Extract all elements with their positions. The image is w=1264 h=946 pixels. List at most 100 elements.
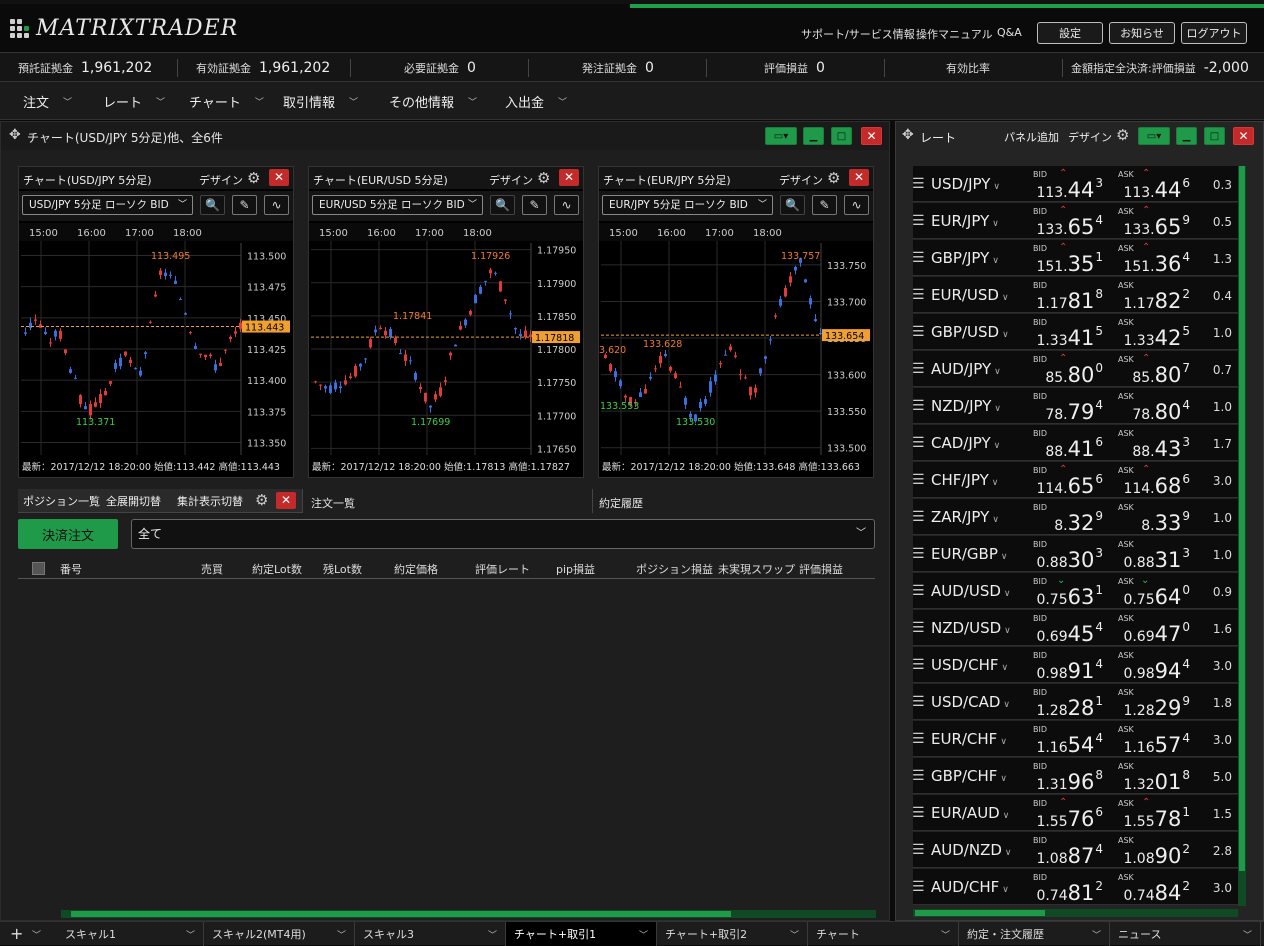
col-pip-pl[interactable]: pip損益: [556, 561, 595, 577]
rate-row[interactable]: ☰ USD/CAD ∨ BID ASK 1.28281 1.28299 1.8: [912, 684, 1238, 720]
indicator-icon[interactable]: ∿: [554, 195, 579, 215]
ask-price[interactable]: 85.807: [1132, 361, 1190, 387]
gear-icon[interactable]: ⚙: [255, 491, 268, 509]
close-icon[interactable]: ✕: [559, 169, 579, 186]
rate-row[interactable]: ☰ AUD/NZD ∨ BID ASK 1.08874 1.08902 2.8: [912, 832, 1238, 868]
ask-price[interactable]: 1.32018: [1123, 768, 1190, 794]
minimize-button[interactable]: ▁: [803, 127, 824, 145]
candlestick-chart[interactable]: 15:00 16:00 17:00 18:00 133.750 133.700 133.65…: [599, 223, 873, 459]
rate-row[interactable]: ☰ AUD/USD ∨ BID ASK ⌄ ⌄ 0.75631 0.75640 0.…: [912, 573, 1238, 609]
page-tab[interactable]: スキャル3 ﹀: [355, 922, 506, 946]
bid-price[interactable]: 0.74812: [1036, 879, 1103, 905]
currency-pair[interactable]: USD/CAD ∨: [931, 693, 1010, 711]
rate-row[interactable]: ☰ EUR/GBP ∨ BID ASK 0.88303 0.88313 1.0: [912, 536, 1238, 572]
close-order-button[interactable]: 決済注文: [18, 519, 118, 549]
currency-pair[interactable]: AUD/USD ∨: [931, 582, 1011, 600]
chevron-down-icon[interactable]: ﹀: [488, 928, 497, 941]
rate-row[interactable]: ☰ EUR/USD ∨ BID ASK 1.17818 1.17822 0.4: [912, 277, 1238, 313]
menu-deposit[interactable]: 入出金 ﹀: [505, 82, 567, 120]
drag-handle-icon[interactable]: ☰: [912, 361, 925, 377]
horizontal-scrollbar[interactable]: [913, 909, 1238, 917]
currency-pair[interactable]: EUR/USD ∨: [931, 286, 1009, 304]
page-tab[interactable]: スキャル2(MT4用) ﹀: [204, 922, 355, 946]
currency-pair[interactable]: EUR/AUD ∨: [931, 804, 1009, 822]
chart-design-link[interactable]: デザイン: [779, 172, 823, 188]
chevron-down-icon[interactable]: ﹀: [32, 928, 41, 941]
bid-price[interactable]: 85.800: [1045, 361, 1103, 387]
page-tab[interactable]: チャート+取引1 ﹀: [506, 922, 657, 946]
currency-pair[interactable]: EUR/JPY ∨: [931, 212, 999, 230]
close-icon[interactable]: ✕: [276, 492, 296, 509]
indicator-icon[interactable]: ∿: [844, 195, 869, 215]
bid-price[interactable]: 0.69454: [1036, 620, 1103, 646]
menu-chart[interactable]: チャート ﹀: [189, 82, 264, 120]
pencil-icon[interactable]: ✎: [522, 195, 547, 215]
currency-pair[interactable]: USD/CHF ∨: [931, 656, 1008, 674]
ask-price[interactable]: 0.74842: [1123, 879, 1190, 905]
currency-pair[interactable]: GBP/USD ∨: [931, 323, 1009, 341]
ask-price[interactable]: 0.75640: [1123, 583, 1190, 609]
col-exec-lots[interactable]: 約定Lot数: [252, 561, 302, 577]
bid-price[interactable]: 1.55766: [1036, 805, 1103, 831]
zoom-icon[interactable]: 🔍: [490, 195, 515, 215]
candlestick-chart[interactable]: 15:00 16:00 17:00 18:00113.500113.475113.45…: [19, 223, 293, 459]
drag-handle-icon[interactable]: ☰: [912, 657, 925, 673]
currency-pair[interactable]: EUR/CHF ∨: [931, 730, 1007, 748]
ask-price[interactable]: 113.446: [1123, 176, 1190, 202]
tab-order-list[interactable]: 注文一覧: [302, 489, 592, 513]
design-link[interactable]: デザイン: [1068, 129, 1112, 145]
drag-handle-icon[interactable]: ☰: [912, 768, 925, 784]
chevron-down-icon[interactable]: ﹀: [639, 928, 648, 941]
currency-pair[interactable]: EUR/GBP ∨: [931, 545, 1008, 563]
chevron-down-icon[interactable]: ﹀: [337, 928, 346, 941]
drag-handle-icon[interactable]: ☰: [912, 805, 925, 821]
chart-type-select[interactable]: USD/JPY 5分足 ローソク BID ﹀: [22, 195, 193, 215]
col-unrealized-swap[interactable]: 未実現スワップ: [718, 561, 795, 577]
zoom-icon[interactable]: 🔍: [780, 195, 805, 215]
bid-price[interactable]: 113.443: [1036, 176, 1103, 202]
bid-price[interactable]: 1.28281: [1036, 694, 1103, 720]
drag-handle-icon[interactable]: ☰: [912, 879, 925, 895]
ask-price[interactable]: 1.28299: [1123, 694, 1190, 720]
gear-icon[interactable]: ⚙: [1116, 126, 1129, 144]
move-icon[interactable]: ✥: [902, 127, 914, 143]
menu-rate[interactable]: レート ﹀: [103, 82, 165, 120]
rate-row[interactable]: ☰ ZAR/JPY ∨ BID ASK 8.329 8.339 1.0: [912, 499, 1238, 535]
currency-pair[interactable]: NZD/JPY ∨: [931, 397, 1001, 415]
menu-order[interactable]: 注文 ﹀: [23, 82, 72, 120]
layout-menu-button[interactable]: ▭▾: [1138, 127, 1170, 145]
drag-handle-icon[interactable]: ☰: [912, 731, 925, 747]
layout-menu-button[interactable]: ▭▾: [765, 127, 797, 145]
drag-handle-icon[interactable]: ☰: [912, 509, 925, 525]
scrollbar-thumb[interactable]: [1239, 166, 1245, 871]
drag-handle-icon[interactable]: ☰: [912, 546, 925, 562]
chevron-down-icon[interactable]: ﹀: [1243, 928, 1252, 941]
page-tab[interactable]: チャート+取引2 ﹀: [657, 922, 808, 946]
indicator-icon[interactable]: ∿: [264, 195, 289, 215]
ask-price[interactable]: 1.17822: [1123, 287, 1190, 313]
logout-button[interactable]: ログアウト: [1181, 22, 1247, 44]
currency-pair[interactable]: USD/JPY ∨: [931, 175, 1000, 193]
currency-pair[interactable]: AUD/CHF ∨: [931, 878, 1009, 896]
chevron-down-icon[interactable]: ﹀: [186, 928, 195, 941]
drag-handle-icon[interactable]: ☰: [912, 287, 925, 303]
rate-row[interactable]: ☰ NZD/JPY ∨ BID ASK 78.794 78.804 1.0: [912, 388, 1238, 424]
rate-row[interactable]: ☰ NZD/USD ∨ BID ASK 0.69454 0.69470 1.6: [912, 610, 1238, 646]
pencil-icon[interactable]: ✎: [812, 195, 837, 215]
bid-price[interactable]: 88.416: [1045, 435, 1103, 461]
col-number[interactable]: 番号: [60, 561, 82, 577]
col-eval-pl[interactable]: 評価損益: [799, 561, 843, 577]
ask-price[interactable]: 88.433: [1132, 435, 1190, 461]
bid-price[interactable]: 1.33415: [1036, 324, 1103, 350]
drag-handle-icon[interactable]: ☰: [912, 324, 925, 340]
ask-price[interactable]: 114.686: [1123, 472, 1190, 498]
ask-price[interactable]: 0.69470: [1123, 620, 1190, 646]
rate-row[interactable]: ☰ USD/CHF ∨ BID ASK 0.98914 0.98944 3.0: [912, 647, 1238, 683]
ask-price[interactable]: 1.08902: [1123, 842, 1190, 868]
page-tab[interactable]: チャート ﹀: [808, 922, 959, 946]
rate-row[interactable]: ☰ GBP/JPY ∨ BID ASK ⌃ ⌃ 151.351 151.364 1.…: [912, 240, 1238, 276]
add-panel-link[interactable]: パネル追加: [1004, 129, 1059, 145]
close-icon[interactable]: ✕: [849, 169, 869, 186]
drag-handle-icon[interactable]: ☰: [912, 694, 925, 710]
ask-price[interactable]: 1.16574: [1123, 731, 1190, 757]
